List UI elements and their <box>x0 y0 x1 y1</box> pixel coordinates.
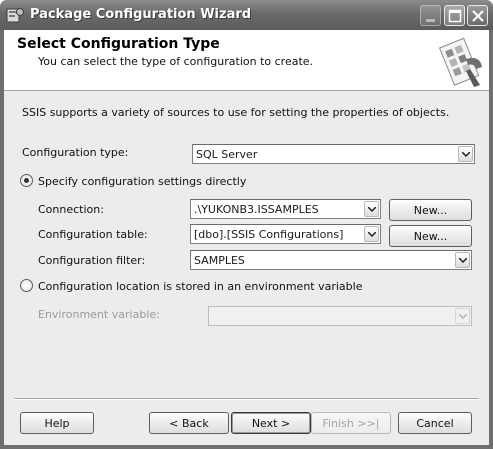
page-subtitle: You can select the type of configuration… <box>38 55 314 68</box>
window-title: Package Configuration Wizard <box>30 7 252 22</box>
wizard-app-icon <box>6 6 24 24</box>
wizard-client-area: Select Configuration Type You can select… <box>4 30 489 445</box>
connection-value: .\YUKONB3.ISSAMPLES <box>194 203 319 216</box>
footer-separator <box>14 398 479 400</box>
maximize-icon <box>448 9 462 23</box>
configuration-table-label: Configuration table: <box>38 228 148 241</box>
new-connection-button[interactable]: New... <box>389 199 472 221</box>
title-bar[interactable]: Package Configuration Wizard <box>0 0 493 30</box>
connection-dropdown-button[interactable] <box>364 201 379 217</box>
configuration-type-select[interactable]: SQL Server <box>192 144 475 164</box>
chevron-down-icon <box>368 207 376 212</box>
environment-variable-label: Environment variable: <box>38 308 160 321</box>
chevron-down-icon <box>368 232 376 237</box>
configuration-table-dropdown-button[interactable] <box>364 226 379 242</box>
configuration-table-value: [dbo].[SSIS Configurations] <box>194 228 344 241</box>
minimize-button[interactable] <box>420 5 441 26</box>
radio-specify-directly-label[interactable]: Specify configuration settings directly <box>38 175 246 188</box>
page-title: Select Configuration Type <box>17 36 220 52</box>
configuration-filter-select[interactable]: SAMPLES <box>190 250 472 270</box>
configuration-filter-label: Configuration filter: <box>38 254 146 267</box>
radio-specify-directly[interactable] <box>20 174 33 187</box>
configuration-type-label: Configuration type: <box>22 146 129 159</box>
environment-variable-select[interactable] <box>208 306 472 326</box>
connection-select[interactable]: .\YUKONB3.ISSAMPLES <box>190 199 381 219</box>
maximize-button[interactable] <box>444 5 465 26</box>
finish-button[interactable]: Finish >>| <box>311 412 391 434</box>
description-text: SSIS supports a variety of sources to us… <box>22 106 450 119</box>
environment-variable-dropdown-button[interactable] <box>455 308 470 324</box>
configuration-type-dropdown-button[interactable] <box>458 146 473 162</box>
chevron-down-icon <box>459 314 467 319</box>
next-button[interactable]: Next > <box>231 412 311 434</box>
wizard-header-graphic-icon <box>436 33 486 92</box>
help-button[interactable]: Help <box>20 412 94 434</box>
close-button[interactable] <box>467 5 488 26</box>
minimize-icon <box>426 19 435 22</box>
configuration-filter-dropdown-button[interactable] <box>455 252 470 268</box>
chevron-down-icon <box>462 152 470 157</box>
new-configuration-table-button[interactable]: New... <box>389 225 472 247</box>
radio-selected-dot <box>24 178 29 183</box>
radio-environment-variable[interactable] <box>20 279 33 292</box>
wizard-window: Package Configuration Wizard Select Conf… <box>0 0 493 449</box>
wizard-header: Select Configuration Type You can select… <box>4 30 489 91</box>
configuration-type-value: SQL Server <box>196 148 258 161</box>
connection-label: Connection: <box>38 203 104 216</box>
back-button[interactable]: < Back <box>149 412 229 434</box>
cancel-button[interactable]: Cancel <box>398 412 472 434</box>
radio-environment-variable-label[interactable]: Configuration location is stored in an e… <box>38 280 362 293</box>
configuration-table-select[interactable]: [dbo].[SSIS Configurations] <box>190 224 381 244</box>
chevron-down-icon <box>459 258 467 263</box>
configuration-filter-value: SAMPLES <box>194 254 245 267</box>
close-icon <box>472 10 484 22</box>
